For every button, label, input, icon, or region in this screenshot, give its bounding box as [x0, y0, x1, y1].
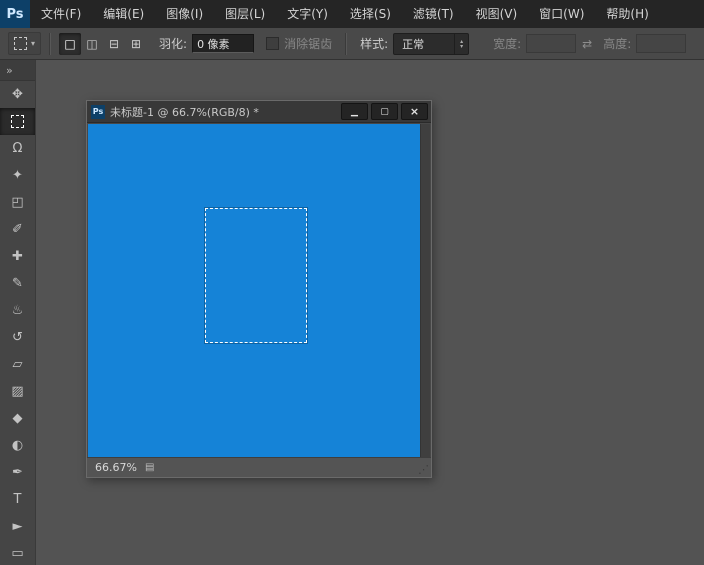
tools-panel: » ✥ Ω ✦ ◰ ✐ ✚ ✎ ♨ ↺ ▱ ▨ ◆ ◐ ✒ T ► ▭	[0, 60, 36, 565]
collapse-panel-button[interactable]: »	[0, 60, 35, 81]
antialias-checkbox	[266, 37, 280, 50]
divider	[345, 32, 348, 55]
history-brush-icon: ↺	[12, 330, 23, 345]
tool-move[interactable]: ✥	[0, 81, 35, 108]
double-chevron-icon: »	[6, 63, 13, 77]
tool-crop[interactable]: ◰	[0, 189, 35, 216]
menu-layer[interactable]: 图层(L)	[214, 0, 276, 28]
chevron-down-icon: ▾	[31, 39, 36, 48]
spinner-arrows-icon: ▴ ▾	[454, 33, 468, 54]
document-statusbar: 66.67% ▤ ⋰	[87, 457, 431, 477]
menu-view[interactable]: 视图(V)	[465, 0, 529, 28]
tool-path-selection[interactable]: ►	[0, 513, 35, 540]
menu-filter[interactable]: 滤镜(T)	[402, 0, 465, 28]
document-title: 未标题-1 @ 66.7%(RGB/8) *	[110, 105, 259, 119]
divider	[49, 32, 52, 55]
close-button[interactable]: ×	[401, 103, 428, 120]
selection-marquee	[205, 208, 307, 343]
dodge-icon: ◐	[11, 438, 24, 453]
style-label: 样式:	[360, 37, 389, 51]
menu-edit[interactable]: 编辑(E)	[92, 0, 155, 28]
document-ps-icon: Ps	[91, 104, 105, 119]
height-label: 高度:	[603, 37, 632, 51]
tool-eyedropper[interactable]: ✐	[0, 216, 35, 243]
document-window: Ps 未标题-1 @ 66.7%(RGB/8) * ▁ ▢ × 66.67% ▤…	[86, 100, 432, 478]
intersect-selection-mode-button[interactable]: ⊞	[125, 33, 147, 55]
path-selection-icon: ►	[12, 519, 23, 534]
rectangle-shape-icon: ▭	[11, 546, 24, 561]
width-label: 宽度:	[493, 37, 522, 51]
width-input	[526, 34, 577, 53]
tool-clone-stamp[interactable]: ♨	[0, 297, 35, 324]
zoom-level-field[interactable]: 66.67%	[95, 461, 137, 474]
brush-icon: ✎	[12, 276, 23, 291]
rectangular-marquee-icon	[11, 115, 24, 128]
tool-rectangular-marquee[interactable]	[0, 108, 35, 135]
menu-select[interactable]: 选择(S)	[339, 0, 402, 28]
move-icon: ✥	[12, 87, 23, 102]
tool-type[interactable]: T	[0, 486, 35, 513]
maximize-button[interactable]: ▢	[371, 103, 398, 120]
document-titlebar[interactable]: Ps 未标题-1 @ 66.7%(RGB/8) * ▁ ▢ ×	[87, 101, 431, 123]
tool-quick-selection[interactable]: ✦	[0, 162, 35, 189]
resize-grip[interactable]: ⋰	[418, 463, 429, 476]
menu-image[interactable]: 图像(I)	[155, 0, 214, 28]
menu-window[interactable]: 窗口(W)	[528, 0, 595, 28]
menu-help[interactable]: 帮助(H)	[595, 0, 659, 28]
style-select[interactable]: 正常 ▴ ▾	[393, 32, 470, 55]
workspace: Ps 未标题-1 @ 66.7%(RGB/8) * ▁ ▢ × 66.67% ▤…	[36, 60, 704, 565]
options-bar: ▾ □ ◫ ⊟ ⊞ 羽化: 消除锯齿 样式: 正常 ▴▾ 宽度: ⇄ 高度:	[0, 28, 704, 60]
style-selected-value: 正常	[402, 37, 425, 51]
lasso-icon: Ω	[12, 141, 23, 156]
canvas[interactable]	[88, 124, 421, 457]
tool-dodge[interactable]: ◐	[0, 432, 35, 459]
pen-icon: ✒	[12, 465, 23, 480]
tool-lasso[interactable]: Ω	[0, 135, 35, 162]
document-body	[87, 123, 431, 457]
feather-input[interactable]	[192, 34, 255, 53]
blur-icon: ◆	[12, 411, 23, 426]
clone-stamp-icon: ♨	[11, 303, 24, 318]
menu-type[interactable]: 文字(Y)	[276, 0, 339, 28]
tool-pen[interactable]: ✒	[0, 459, 35, 486]
quick-selection-icon: ✦	[12, 168, 23, 183]
eraser-icon: ▱	[12, 357, 23, 372]
add-to-selection-icon: ◫	[86, 36, 98, 51]
crop-icon: ◰	[11, 195, 24, 210]
marquee-preset-icon	[14, 37, 27, 50]
add-to-selection-mode-button[interactable]: ◫	[81, 33, 103, 55]
type-icon: T	[13, 492, 22, 507]
new-selection-icon: □	[64, 36, 76, 51]
height-input	[636, 34, 687, 53]
tool-rectangle-shape[interactable]: ▭	[0, 540, 35, 565]
tool-eraser[interactable]: ▱	[0, 351, 35, 378]
vertical-scrollbar[interactable]	[420, 124, 430, 457]
gradient-icon: ▨	[11, 384, 24, 399]
tool-gradient[interactable]: ▨	[0, 378, 35, 405]
tool-history-brush[interactable]: ↺	[0, 324, 35, 351]
menu-file[interactable]: 文件(F)	[30, 0, 92, 28]
new-selection-mode-button[interactable]: □	[59, 32, 82, 55]
menu-bar: Ps 文件(F) 编辑(E) 图像(I) 图层(L) 文字(Y) 选择(S) 滤…	[0, 0, 704, 28]
intersect-selection-icon: ⊞	[130, 36, 142, 51]
minimize-button[interactable]: ▁	[341, 103, 368, 120]
tool-blur[interactable]: ◆	[0, 405, 35, 432]
antialias-label: 消除锯齿	[284, 37, 333, 51]
tool-brush[interactable]: ✎	[0, 270, 35, 297]
tool-healing-brush[interactable]: ✚	[0, 243, 35, 270]
subtract-from-selection-icon: ⊟	[108, 36, 120, 51]
status-flyout-icon[interactable]: ▤	[145, 462, 154, 473]
photoshop-logo: Ps	[0, 0, 30, 28]
photoshop-app: Ps 文件(F) 编辑(E) 图像(I) 图层(L) 文字(Y) 选择(S) 滤…	[0, 0, 704, 565]
subtract-from-selection-mode-button[interactable]: ⊟	[103, 33, 125, 55]
tool-preset-picker[interactable]: ▾	[8, 32, 42, 55]
feather-label: 羽化:	[159, 37, 188, 51]
swap-dimensions-icon: ⇄	[582, 36, 593, 51]
eyedropper-icon: ✐	[12, 222, 23, 237]
healing-brush-icon: ✚	[12, 249, 23, 264]
